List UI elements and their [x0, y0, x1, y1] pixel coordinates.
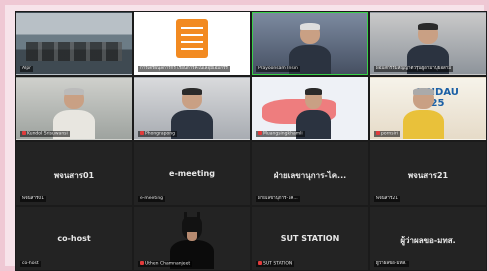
video-tile[interactable]: Uthen Chamnanjeet [134, 207, 250, 270]
video-grid: Alpr การเตรีผนุลการกร เรียนการคโนเลอุมีเ… [15, 11, 487, 271]
participant-name: ฝ่ายเลขานุการ-ไค... [256, 196, 300, 202]
participant-display-name: ฝ่ายเลขานุการ-ไค... [273, 170, 347, 180]
mic-off-icon [140, 130, 144, 135]
participant-display-name: SUT STATION [280, 233, 340, 243]
mic-off-icon [140, 260, 144, 265]
participant-video [402, 87, 444, 139]
participant-display-name: ผู้ว่าผลขอ-มทส. [400, 235, 456, 245]
video-tile-active-speaker[interactable]: Prayoonsam Insin [252, 12, 368, 75]
organization-logo [176, 19, 208, 59]
video-tile-camera-off[interactable]: พจนสาร21 พจนสาร21 [370, 142, 486, 205]
participant-name: Muangsingkhamli [256, 130, 305, 137]
video-tile[interactable]: Kundol Srisuwansi [16, 77, 132, 140]
video-tile[interactable]: Muangsingkhamli [252, 77, 368, 140]
participant-name: ผู้ว่าผลขอ-มทส. [374, 261, 409, 267]
mic-off-icon [258, 260, 262, 265]
video-tile[interactable]: ผอมสิกิรรมสัญญาตัวรุ่นผู้อามาบุยอสาม [370, 12, 486, 75]
participant-name: Alpr [20, 66, 34, 72]
participant-name: co-host [20, 261, 41, 267]
participant-name: การเตรีผนุลการกร เรียนการคโนเลอุมีเอมกรร… [138, 66, 230, 72]
participant-name: ผอมสิกิรรมสัญญาตัวรุ่นผู้อามาบุยอสาม [374, 66, 454, 72]
video-tile-camera-off[interactable]: ฝ่ายเลขานุการ-ไค... ฝ่ายเลขานุการ-ไค... [252, 142, 368, 205]
video-tile-camera-off[interactable]: SUT STATION SUT STATION [252, 207, 368, 270]
participant-name: พจนสาร21 [374, 196, 401, 202]
meeting-room-image [26, 42, 122, 61]
participant-name: e-meeting [138, 196, 166, 202]
video-tile[interactable]: การเตรีผนุลการกร เรียนการคโนเลอุมีเอมกรร… [134, 12, 250, 75]
video-tile-camera-off[interactable]: พจนสาร01 พจนสาร01 [16, 142, 132, 205]
participant-name: พจนสาร01 [20, 196, 47, 202]
participant-name: Phongrapong [138, 130, 177, 137]
participant-name: Uthen Chamnanjeet [138, 260, 193, 267]
participant-video [171, 87, 213, 139]
mic-off-icon [376, 130, 380, 135]
participant-display-name: พจนสาร01 [53, 170, 95, 180]
video-tile[interactable]: LINDAU 2025 pornsiri [370, 77, 486, 140]
mic-off-icon [22, 130, 26, 135]
participant-name: SUT STATION [256, 260, 295, 267]
participant-name: Prayoonsam Insin [256, 66, 300, 72]
video-tile-camera-off[interactable]: ผู้ว่าผลขอ-มทส. ผู้ว่าผลขอ-มทส. [370, 207, 486, 270]
card-frame: Alpr การเตรีผนุลการกร เรียนการคโนเลอุมีเ… [0, 0, 489, 271]
participant-name: pornsiri [374, 130, 400, 137]
video-tile-camera-off[interactable]: co-host co-host [16, 207, 132, 270]
mic-off-icon [258, 130, 262, 135]
video-tile[interactable]: Phongrapong [134, 77, 250, 140]
participant-display-name: พจนสาร21 [407, 170, 449, 180]
participant-display-name: e-meeting [169, 168, 215, 178]
video-tile[interactable]: Alpr [16, 12, 132, 75]
participant-name: Kundol Srisuwansi [20, 130, 70, 137]
participant-display-name: co-host [57, 233, 91, 243]
video-tile-camera-off[interactable]: e-meeting e-meeting [134, 142, 250, 205]
